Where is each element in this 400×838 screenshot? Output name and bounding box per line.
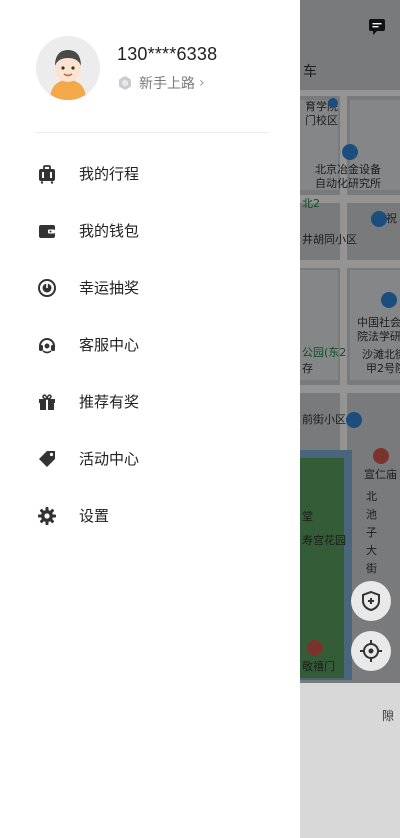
bottom-card[interactable]: 隙 xyxy=(300,683,400,838)
menu-item-referral-reward[interactable]: 推荐有奖 xyxy=(0,373,300,430)
menu-item-label: 我的行程 xyxy=(79,165,140,183)
avatar[interactable] xyxy=(36,36,100,100)
safety-shield-button[interactable] xyxy=(351,581,391,621)
divider xyxy=(36,132,268,133)
side-drawer: 130****6338 新手上路 › 我的行程 我的钱包 幸运抽奖 客服中心 推… xyxy=(0,0,300,838)
menu-item-settings[interactable]: 设置 xyxy=(0,487,300,544)
menu-item-label: 幸运抽奖 xyxy=(79,279,140,297)
menu-item-label: 我的钱包 xyxy=(79,222,140,240)
gear-icon xyxy=(37,506,57,526)
level-badge-icon xyxy=(119,76,131,90)
lucky-draw-icon xyxy=(37,278,57,298)
menu-item-customer-service[interactable]: 客服中心 xyxy=(0,316,300,373)
bottom-card-text: 隙 xyxy=(381,709,394,723)
menu-item-label: 客服中心 xyxy=(79,336,140,354)
luggage-icon xyxy=(37,164,57,184)
menu-item-activity-center[interactable]: 活动中心 xyxy=(0,430,300,487)
menu-item-my-trips[interactable]: 我的行程 xyxy=(0,145,300,202)
locate-button[interactable] xyxy=(351,631,391,671)
locate-icon xyxy=(360,640,382,662)
menu-item-label: 设置 xyxy=(79,507,110,525)
menu-item-label: 推荐有奖 xyxy=(79,393,140,411)
menu-item-my-wallet[interactable]: 我的钱包 xyxy=(0,202,300,259)
gift-icon xyxy=(37,392,57,412)
user-phone: 130****6338 xyxy=(117,44,218,64)
drawer-menu: 我的行程 我的钱包 幸运抽奖 客服中心 推荐有奖 活动中心 设置 xyxy=(0,145,300,544)
user-level-link[interactable]: 新手上路 › xyxy=(117,73,205,93)
user-level-text: 新手上路 xyxy=(139,76,195,92)
shield-icon xyxy=(362,590,380,612)
message-icon[interactable] xyxy=(366,16,388,38)
customer-service-icon xyxy=(37,335,57,355)
tag-icon xyxy=(37,449,57,469)
chevron-right-icon: › xyxy=(199,75,205,91)
wallet-icon xyxy=(37,221,57,241)
menu-item-lucky-draw[interactable]: 幸运抽奖 xyxy=(0,259,300,316)
avatar-image xyxy=(36,36,100,100)
menu-item-label: 活动中心 xyxy=(79,450,140,468)
